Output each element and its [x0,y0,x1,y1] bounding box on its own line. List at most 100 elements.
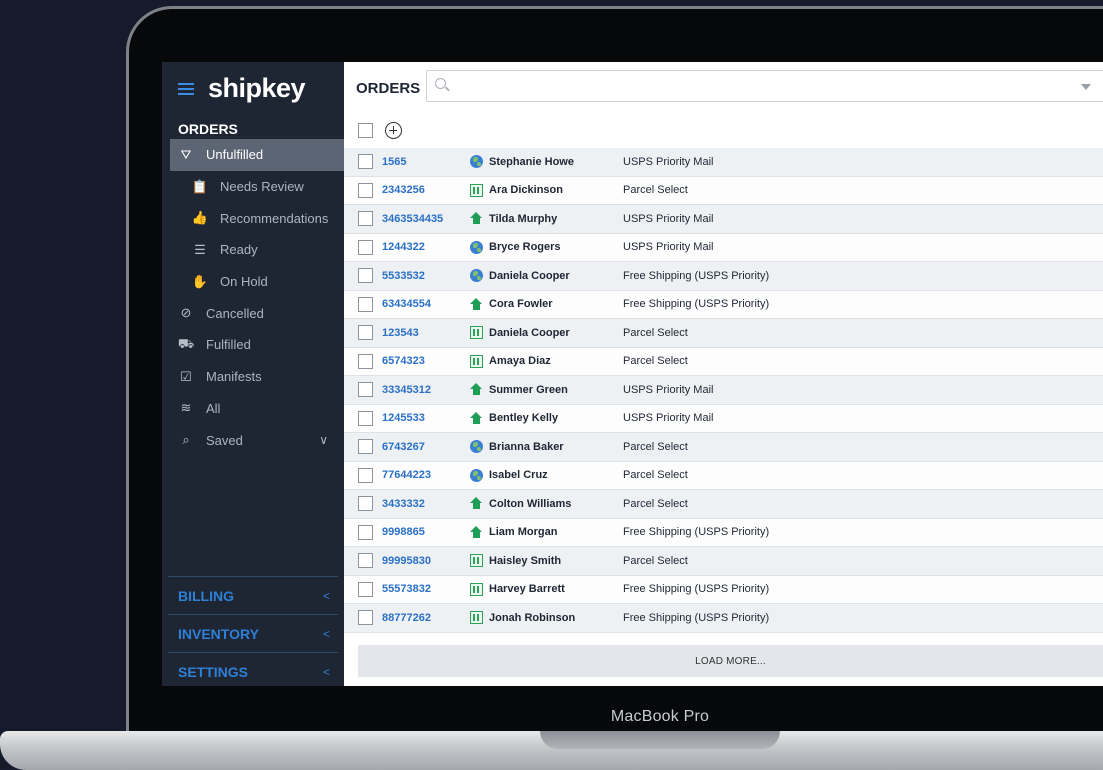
row-checkbox[interactable] [358,581,373,597]
order-id-link[interactable]: 33345312 [382,384,431,396]
sidebar-item-saved[interactable]: ⌕ Saved ∨ [162,424,344,456]
order-id-link[interactable]: 3463534435 [382,213,443,225]
table-row[interactable]: 2343256 Ara Dickinson Parcel Select [344,176,1103,205]
sidebar-item-ready[interactable]: ☰ Ready [162,234,344,266]
sidebar-item-unfulfilled[interactable]: ⛛ Unfulfilled [170,139,344,171]
table-row[interactable]: 77644223 Isabel Cruz Parcel Select [344,461,1103,490]
device-label: MacBook Pro [610,708,710,725]
chevron-down-icon[interactable]: ∨ [319,433,328,447]
order-id-link[interactable]: 55573832 [382,583,431,595]
customer-name: Harvey Barrett [489,583,565,596]
search-input[interactable] [453,75,1053,97]
shipping-method: USPS Priority Mail [623,383,714,396]
sidebar-item-manifests[interactable]: ☑ Manifests [162,361,344,393]
row-checkbox[interactable] [358,296,373,312]
building-icon [470,326,483,339]
customer-name: Bryce Rogers [489,241,561,254]
order-id-link[interactable]: 6574323 [382,355,425,367]
building-icon [470,611,483,624]
sidebar-section-label: INVENTORY [178,625,259,642]
order-id-link[interactable]: 2343256 [382,184,425,196]
order-id-link[interactable]: 5533532 [382,270,425,282]
row-checkbox[interactable] [358,553,373,568]
table-row[interactable]: 63434554 Cora Fowler Free Shipping (USPS P… [344,290,1103,319]
shipping-method: USPS Priority Mail [623,241,714,254]
sidebar-heading: ORDERS [178,121,238,137]
table-row[interactable]: 33345312 Summer Green USPS Priority Mail [344,376,1103,405]
sidebar-item-recommendations[interactable]: 👍 Recommendations [162,202,344,234]
row-checkbox[interactable] [358,439,373,454]
table-row[interactable]: 55573832 Harvey Barrett Free Shipping (USP… [344,575,1103,604]
brand-logo[interactable]: shipkey [208,73,306,104]
row-checkbox[interactable] [358,496,373,511]
table-row[interactable]: 6574323 Amaya Diaz Parcel Select [344,347,1103,376]
order-id-link[interactable]: 88777262 [382,612,431,624]
sidebar-section-billing[interactable]: BILLING < [168,576,338,614]
order-id-link[interactable]: 1244322 [382,241,425,253]
order-id-link[interactable]: 1245533 [382,412,425,424]
hand-icon: ✋ [191,273,209,289]
sidebar-item-needs-review[interactable]: 📋 Needs Review [162,171,344,203]
customer-name: Cora Fowler [489,298,553,311]
table-row[interactable]: 3433332 Colton Williams Parcel Select [344,490,1103,519]
order-id-link[interactable]: 1565 [382,156,406,168]
row-checkbox[interactable] [358,325,373,340]
shipping-method: Free Shipping (USPS Priority) [623,269,770,282]
chevron-left-icon: < [322,626,330,641]
building-icon [470,554,483,567]
row-checkbox[interactable] [358,410,373,426]
sidebar-item-on-hold[interactable]: ✋ On Hold [162,266,344,298]
table-row[interactable]: 88777262 Jonah Robinson Free Shipping (USP… [344,604,1103,633]
customer-name: Colton Williams [489,497,572,510]
row-checkbox[interactable] [358,154,373,169]
row-checkbox[interactable] [358,239,373,255]
sidebar-section-inventory[interactable]: INVENTORY < [168,614,338,652]
house-icon [470,383,483,396]
customer-name: Haisley Smith [489,554,562,567]
row-checkbox[interactable] [358,524,373,540]
order-id-link[interactable]: 123543 [382,327,419,339]
table-row[interactable]: 5533532 Daniela Cooper Free Shipping (USPS… [344,262,1103,291]
brand: shipkey [178,73,306,104]
table-row[interactable]: 1244322 Bryce Rogers USPS Priority Mail [344,233,1103,262]
table-row[interactable]: 1245533 Bentley Kelly USPS Priority Mail [344,404,1103,433]
row-checkbox[interactable] [358,353,373,369]
order-id-link[interactable]: 63434554 [382,298,431,310]
row-checkbox[interactable] [358,467,373,483]
hamburger-menu-icon[interactable] [178,82,194,95]
order-id-link[interactable]: 3433332 [382,498,425,510]
laptop-notch [540,731,780,749]
search-box[interactable] [426,70,1103,102]
order-id-link[interactable]: 99995830 [382,555,431,567]
row-checkbox[interactable] [358,382,373,397]
sidebar-item-cancelled[interactable]: ⊘ Cancelled [162,297,344,329]
table-row[interactable]: 6743267 Brianna Baker Parcel Select [344,433,1103,462]
customer-name: Daniela Cooper [489,269,570,282]
row-checkbox[interactable] [358,610,373,625]
row-checkbox[interactable] [358,268,373,283]
table-row[interactable]: 123543 Daniela Cooper Parcel Select [344,319,1103,348]
order-id-link[interactable]: 6743267 [382,441,425,453]
saved-search-icon: ⌕ [182,432,190,448]
chevron-down-icon[interactable] [1081,84,1091,90]
shipping-method: Free Shipping (USPS Priority) [623,583,770,596]
table-row[interactable]: 1565 Stephanie Howe USPS Priority Mail [344,148,1103,177]
order-id-link[interactable]: 77644223 [382,469,431,481]
stack-icon: ☰ [194,241,206,257]
table-row[interactable]: 3463534435 Tilda Murphy USPS Priority Mail [344,205,1103,234]
shipping-method: Free Shipping (USPS Priority) [623,298,770,311]
row-checkbox[interactable] [358,182,373,198]
sidebar-item-fulfilled[interactable]: ⛟ Fulfilled [162,329,344,361]
table-row[interactable]: 9998865 Liam Morgan Free Shipping (USPS Pr… [344,518,1103,547]
table-row[interactable]: 99995830 Haisley Smith Parcel Select [344,547,1103,576]
clipboard-icon: 📋 [191,178,209,194]
row-checkbox[interactable] [358,211,373,226]
layers-icon: ≋ [180,400,192,416]
sidebar-section-settings[interactable]: SETTINGS < [168,652,338,686]
sidebar-item-all[interactable]: ≋ All [162,393,344,425]
select-all-checkbox[interactable] [358,123,373,138]
shipping-method: Parcel Select [623,326,688,339]
add-order-icon[interactable] [385,122,402,139]
load-more-button[interactable]: LOAD MORE... [358,645,1103,677]
order-id-link[interactable]: 9998865 [382,526,425,538]
